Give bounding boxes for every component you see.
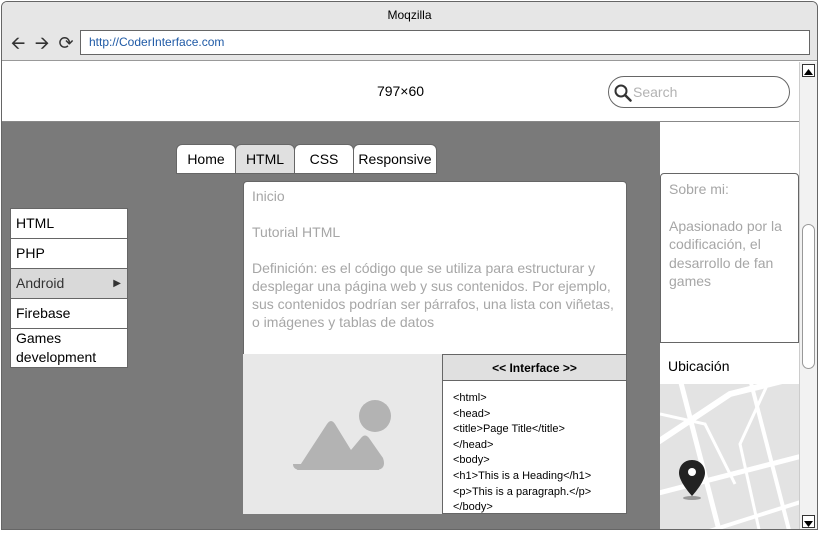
tab-home[interactable]: Home bbox=[176, 144, 236, 174]
location-map[interactable] bbox=[660, 384, 799, 529]
right-sidebar: Sobre mi: Apasionado por la codificación… bbox=[660, 122, 799, 529]
menu-item-html[interactable]: HTML bbox=[11, 209, 127, 239]
scroll-down-icon[interactable] bbox=[802, 515, 815, 528]
menu-item-firebase[interactable]: Firebase bbox=[11, 299, 127, 329]
code-line: <body> bbox=[453, 454, 490, 467]
menu-item-label: HTML bbox=[16, 215, 55, 231]
menu-item-android[interactable]: Android ▶ bbox=[11, 269, 127, 299]
search-input[interactable] bbox=[633, 81, 783, 103]
search-icon bbox=[614, 84, 632, 102]
arrow-right-icon[interactable]: 🡪 bbox=[32, 33, 52, 53]
article-definition: Definición: es el código que se utiliza … bbox=[252, 260, 614, 330]
tab-html[interactable]: HTML bbox=[235, 144, 295, 174]
menu-item-label: Games development bbox=[16, 330, 97, 365]
code-line: </body> bbox=[453, 501, 493, 514]
location-label: Ubicación bbox=[668, 358, 730, 374]
page-content: 797×60 Home HTML CSS Responsive HTML PHP… bbox=[2, 62, 799, 529]
image-placeholder-icon bbox=[293, 400, 391, 470]
code-line: <p>This is a paragraph.</p> bbox=[453, 485, 592, 498]
code-panel-header: << Interface >> bbox=[443, 355, 626, 381]
code-line: <h1>This is a Heading</h1> bbox=[453, 469, 592, 482]
reload-icon[interactable]: ⟳ bbox=[56, 33, 76, 53]
article-title: Inicio bbox=[252, 188, 285, 204]
menu-item-php[interactable]: PHP bbox=[11, 239, 127, 269]
about-title: Sobre mi: bbox=[669, 181, 729, 197]
article-subtitle: Tutorial HTML bbox=[252, 224, 341, 240]
code-line: </head> bbox=[453, 438, 494, 451]
browser-window: Moqzilla 🡨 🡪 ⟳ http://CoderInterface.com… bbox=[1, 1, 818, 530]
triangle-right-icon: ▶ bbox=[113, 278, 121, 289]
code-listing: <html> <head> <title>Page Title</title> … bbox=[453, 391, 626, 514]
vertical-scrollbar[interactable] bbox=[799, 62, 817, 529]
menu-item-label: Firebase bbox=[16, 305, 71, 321]
arrow-left-icon[interactable]: 🡨 bbox=[8, 33, 28, 53]
tab-responsive[interactable]: Responsive bbox=[353, 144, 437, 174]
code-line: <head> bbox=[453, 407, 491, 420]
image-placeholder bbox=[243, 354, 443, 514]
interface-code-panel: << Interface >> <html> <head> <title>Pag… bbox=[442, 354, 627, 514]
map-pin-icon bbox=[679, 460, 705, 500]
browser-toolbar: 🡨 🡪 ⟳ http://CoderInterface.com bbox=[2, 28, 817, 61]
scrollbar-thumb[interactable] bbox=[802, 224, 815, 369]
left-menu: HTML PHP Android ▶ Firebase Games develop… bbox=[10, 208, 128, 368]
menu-item-games-development[interactable]: Games development bbox=[11, 329, 127, 367]
menu-item-label: PHP bbox=[16, 245, 45, 261]
search-box[interactable] bbox=[608, 76, 790, 108]
url-bar[interactable]: http://CoderInterface.com bbox=[80, 30, 810, 55]
code-line: <html> bbox=[453, 392, 487, 404]
map-streets bbox=[660, 384, 799, 529]
page-header: 797×60 bbox=[2, 62, 799, 122]
window-title: Moqzilla bbox=[2, 2, 817, 28]
about-text: Apasionado por la codificación, el desar… bbox=[669, 217, 782, 290]
code-line: <title>Page Title</title> bbox=[453, 423, 565, 436]
menu-item-label: Android bbox=[16, 275, 65, 291]
scroll-up-icon[interactable] bbox=[802, 64, 815, 77]
tab-css[interactable]: CSS bbox=[294, 144, 354, 174]
about-panel: Sobre mi: Apasionado por la codificación… bbox=[660, 173, 799, 343]
article-panel: Inicio Tutorial HTML Definición: es el c… bbox=[243, 181, 627, 357]
